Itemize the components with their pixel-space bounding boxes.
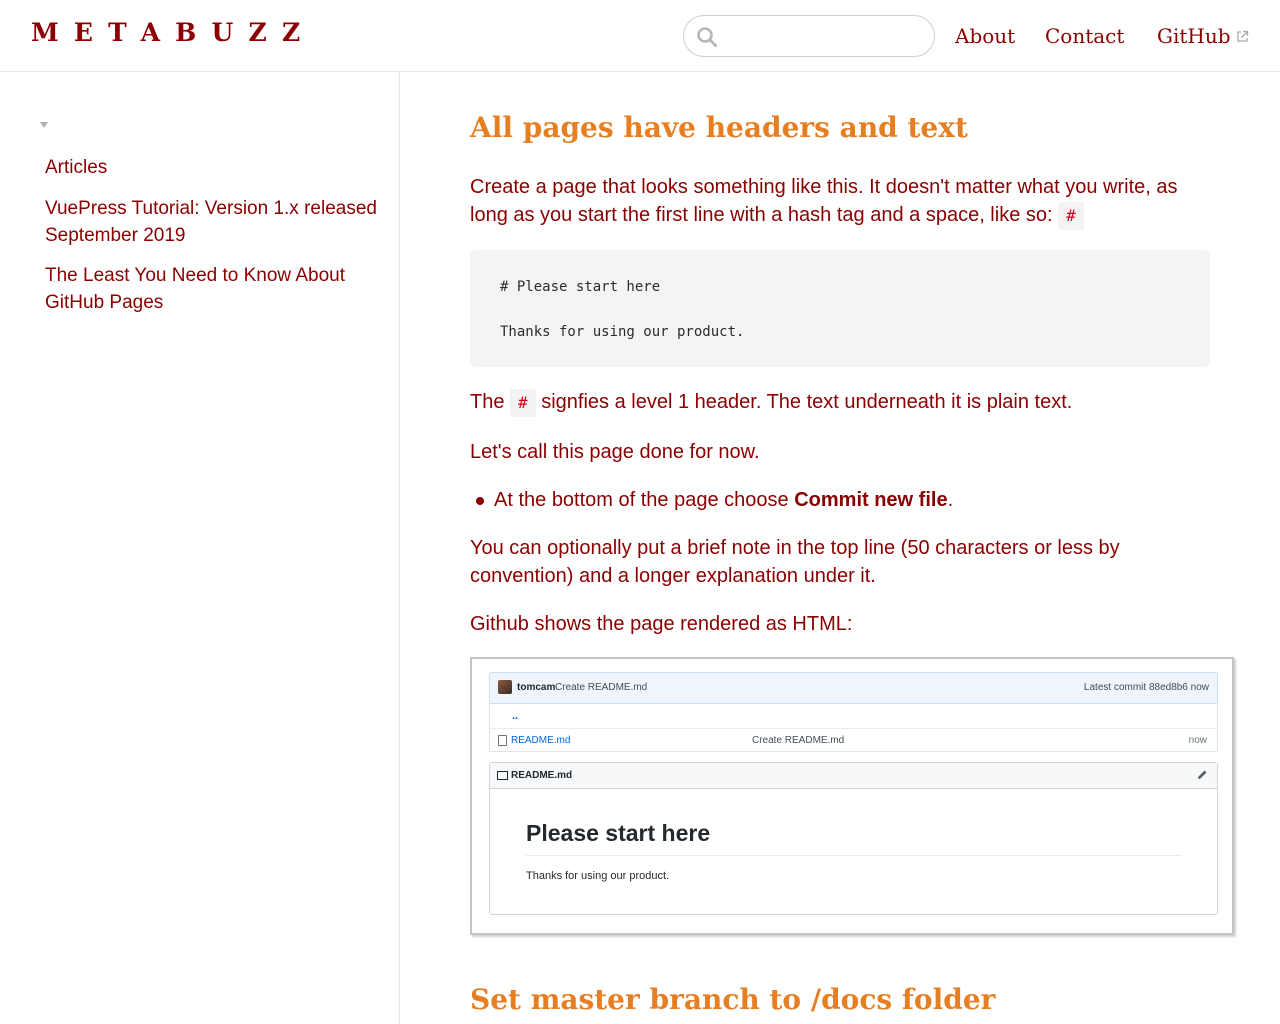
nav-link-about[interactable]: About: [955, 22, 1015, 50]
file-age: now: [1188, 735, 1207, 746]
commit-bar: tomcam Create README.md Latest commit 88…: [489, 672, 1218, 704]
table-row: ..: [490, 704, 1217, 728]
github-screenshot: tomcam Create README.md Latest commit 88…: [470, 657, 1234, 935]
commit-message: Create README.md: [555, 682, 648, 693]
book-icon: [497, 771, 508, 780]
collapse-arrow-icon[interactable]: [40, 122, 48, 128]
sidebar-item-articles[interactable]: Articles: [45, 155, 385, 182]
paragraph: The # signfies a level 1 header. The tex…: [470, 388, 1210, 417]
file-icon: [498, 735, 507, 746]
nav-link-contact[interactable]: Contact: [1045, 22, 1124, 50]
file-commit-message: Create README.md: [752, 735, 845, 746]
bullet-dot: [476, 497, 484, 505]
paragraph: Create a page that looks something like …: [470, 173, 1210, 230]
commit-new-file-label: Commit new file: [794, 489, 948, 511]
search-input[interactable]: [724, 24, 924, 50]
sidebar-item-github-pages[interactable]: The Least You Need to Know About GitHub …: [45, 263, 385, 316]
readme-header: README.md: [490, 763, 1217, 789]
section-heading: All pages have headers and text: [470, 111, 968, 144]
inline-code: #: [510, 388, 536, 417]
readme-heading: Please start here: [526, 820, 711, 846]
paragraph: Github shows the page rendered as HTML:: [470, 613, 853, 635]
parent-dir-link: ..: [512, 710, 519, 722]
file-table: .. README.md Create README.md now: [489, 704, 1218, 752]
readme-panel: README.md Please start here Thanks for u…: [489, 762, 1218, 915]
inline-code: #: [1058, 201, 1084, 230]
commit-user: tomcam: [517, 682, 556, 693]
code-block: # Please start here Thanks for using our…: [470, 250, 1210, 367]
sidebar-item-vuepress-tutorial[interactable]: VuePress Tutorial: Version 1.x released …: [45, 196, 385, 249]
list-item-text-after: .: [947, 489, 954, 511]
paragraph-text: The: [470, 391, 511, 413]
nav-link-github[interactable]: GitHub: [1157, 22, 1231, 50]
search-icon: [697, 27, 717, 47]
paragraph: Let's call this page done for now.: [470, 441, 760, 463]
section-heading: Set master branch to /docs folder: [470, 983, 996, 1016]
paragraph-text: signfies a level 1 header. The text unde…: [535, 391, 1073, 413]
paragraph: You can optionally put a brief note in t…: [470, 537, 1120, 587]
sidebar: Articles VuePress Tutorial: Version 1.x …: [0, 72, 400, 1024]
code-line: # Please start here: [500, 279, 661, 295]
readme-paragraph: Thanks for using our product.: [526, 870, 670, 882]
divider: [526, 855, 1182, 856]
avatar: [498, 680, 512, 694]
latest-commit: Latest commit 88ed8b6 now: [1083, 682, 1209, 693]
external-link-icon: [1237, 30, 1249, 42]
file-name: README.md: [511, 735, 571, 746]
code-line: Thanks for using our product.: [500, 324, 745, 340]
list-item-text: At the bottom of the page choose Commit …: [494, 486, 953, 514]
table-row: README.md Create README.md now: [490, 728, 1217, 752]
pencil-icon: [1198, 770, 1207, 779]
list-item-text-before: At the bottom of the page choose: [494, 489, 795, 511]
site-logo[interactable]: METABUZZ: [31, 18, 315, 48]
search-box[interactable]: [683, 15, 935, 57]
navbar: METABUZZ About Contact GitHub: [0, 0, 1280, 72]
readme-title: README.md: [511, 770, 573, 781]
